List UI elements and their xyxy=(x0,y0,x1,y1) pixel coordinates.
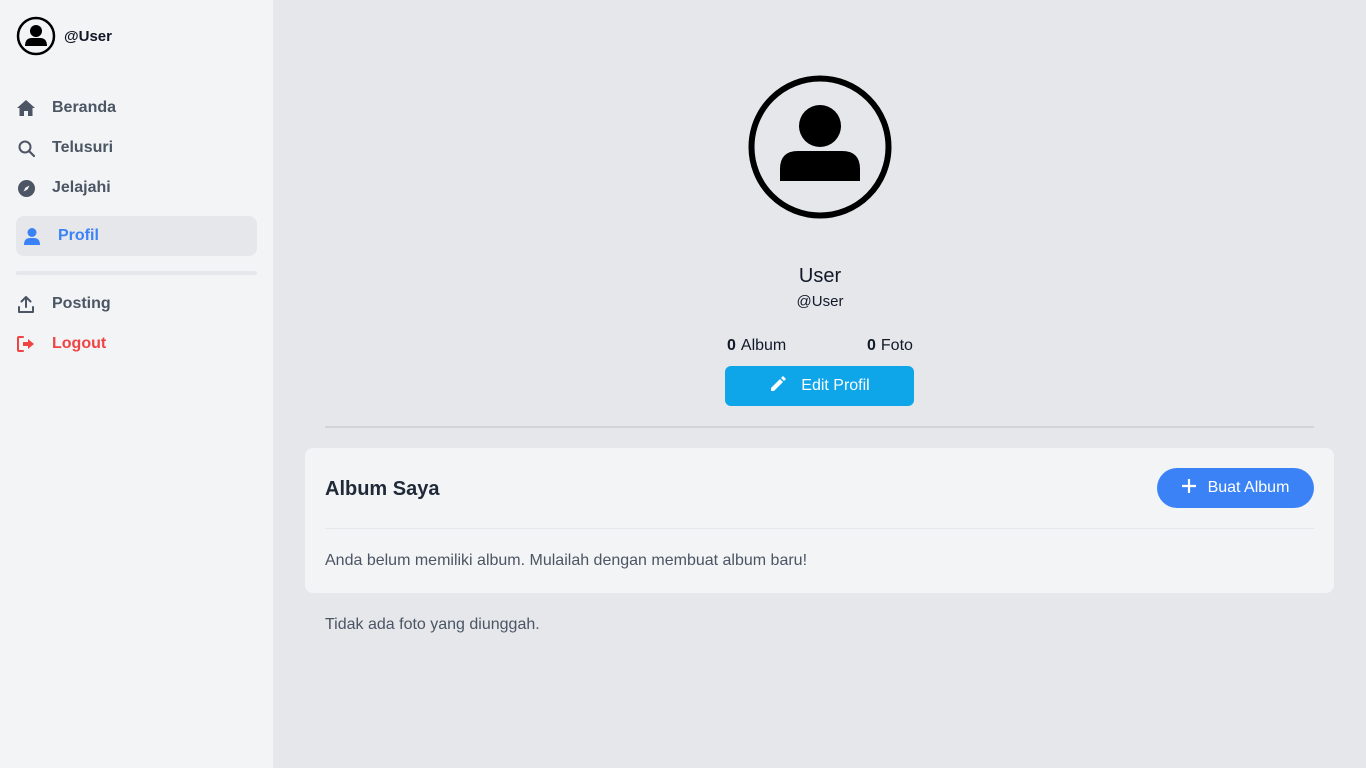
nav-posting-label: Posting xyxy=(52,295,111,312)
album-section: Album Saya Buat Album Anda belum memilik… xyxy=(305,448,1334,593)
album-empty-message: Anda belum memiliki album. Mulailah deng… xyxy=(325,552,808,569)
album-section-title: Album Saya xyxy=(325,478,440,500)
plus-icon xyxy=(1180,477,1197,498)
photo-empty-message: Tidak ada foto yang diunggah. xyxy=(325,616,540,633)
nav-logout-label: Logout xyxy=(52,335,107,352)
sidebar-divider xyxy=(16,271,257,275)
logout-icon xyxy=(16,334,36,354)
album-card-divider xyxy=(325,528,1314,529)
nav-posting[interactable]: Posting xyxy=(16,284,257,324)
nav-profil-label: Profil xyxy=(58,227,99,244)
nav-beranda[interactable]: Beranda xyxy=(16,88,257,128)
search-icon xyxy=(16,138,36,158)
create-album-button[interactable]: Buat Album xyxy=(1157,468,1314,508)
foto-stat-label: Foto xyxy=(880,337,913,354)
home-icon xyxy=(16,98,36,118)
sidebar-user[interactable]: @User xyxy=(16,16,112,56)
album-stat: 0 Album xyxy=(727,337,786,355)
nav-jelajahi-label: Jelajahi xyxy=(52,179,111,196)
create-album-label: Buat Album xyxy=(1207,479,1290,496)
nav-profil[interactable]: Profil xyxy=(16,216,257,256)
profile-name: User xyxy=(798,265,842,287)
profile-handle: @User xyxy=(796,293,844,310)
upload-icon xyxy=(16,294,36,314)
foto-stat: 0 Foto xyxy=(867,337,913,355)
nav-beranda-label: Beranda xyxy=(52,99,117,116)
album-count: 0 xyxy=(727,337,736,354)
nav-telusuri[interactable]: Telusuri xyxy=(16,128,257,168)
foto-count: 0 xyxy=(867,337,876,354)
nav-telusuri-label: Telusuri xyxy=(52,139,114,156)
user-icon xyxy=(22,226,42,246)
edit-profile-button[interactable]: Edit Profil xyxy=(725,366,914,406)
nav-jelajahi[interactable]: Jelajahi xyxy=(16,168,257,208)
nav-logout[interactable]: Logout xyxy=(16,324,257,364)
pencil-icon xyxy=(769,375,787,398)
profile-divider xyxy=(325,426,1314,428)
sidebar: @User Beranda Telusuri Jelajahi Profil P… xyxy=(0,0,273,768)
album-stat-label: Album xyxy=(740,337,787,354)
profile-avatar-icon xyxy=(748,75,892,219)
compass-icon xyxy=(16,178,36,198)
sidebar-handle: @User xyxy=(64,27,112,45)
edit-profile-label: Edit Profil xyxy=(801,377,870,394)
user-avatar-icon xyxy=(16,16,56,56)
